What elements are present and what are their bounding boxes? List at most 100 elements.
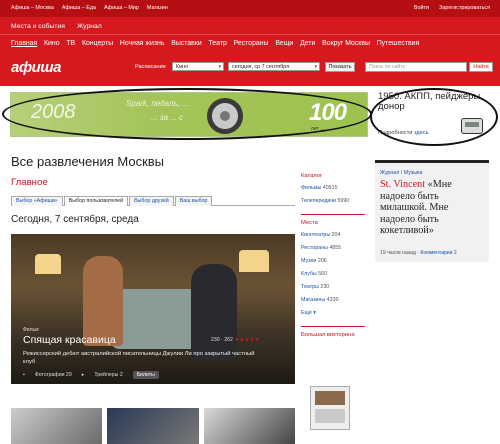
catalog-row-tv[interactable]: Телепередачи 5990 <box>301 195 367 208</box>
feature-rating: 230 · 262 ★★★★★ <box>211 337 260 343</box>
catalog-label: Фильмы <box>301 185 322 191</box>
section-title: Главное <box>11 177 48 188</box>
tab-your-choice[interactable]: Ваш выбор <box>174 196 213 206</box>
nav-travel[interactable]: Путешествия <box>377 40 420 47</box>
rating-stars-icon: ★★★★★ <box>234 337 261 343</box>
feature-kicker: Фильм <box>23 327 39 333</box>
places-heading[interactable]: Места <box>301 220 367 226</box>
featured-film-card[interactable]: Фильм Спящая красавица 230 · 262 ★★★★★ Р… <box>11 234 295 384</box>
date-select[interactable]: сегодня, ср 7 сентября ▾ <box>228 62 320 71</box>
nav-kids[interactable]: Дети <box>300 40 315 47</box>
network-links: Афиша – Москва Афиша – Еда Афиша – Мир М… <box>11 5 168 11</box>
card-headline[interactable]: St. Vincent «Мне надоело быть милашкой. … <box>380 179 484 237</box>
auth-links: Войти Зарегистрироваться <box>414 5 490 11</box>
search-button[interactable]: Найти <box>469 62 493 72</box>
network-link-moscow[interactable]: Афиша – Москва <box>11 5 54 11</box>
catalog-heading[interactable]: Каталог <box>301 173 367 179</box>
network-link-world[interactable]: Афиша – Мир <box>104 5 139 11</box>
network-link-food[interactable]: Афиша – Еда <box>62 5 96 11</box>
places-label: Кинотеатры <box>301 232 331 238</box>
places-count: 204 <box>331 232 341 238</box>
tab-afisha-choice[interactable]: Выбор «Афиши» <box>11 196 63 206</box>
thumbnail-3[interactable] <box>203 408 295 444</box>
divider <box>301 326 365 327</box>
scene-person-woman <box>83 256 123 346</box>
annotation-oval-banner <box>2 88 372 140</box>
card-time: 19 часов назад <box>380 250 416 256</box>
places-row-shops[interactable]: Магазины 4330 <box>301 294 367 307</box>
catalog-row-films[interactable]: Фильмы 40915 <box>301 182 367 195</box>
tab-users-choice[interactable]: Выбор пользователей <box>63 196 129 206</box>
chevron-down-icon: ▾ <box>314 64 317 70</box>
places-row-clubs[interactable]: Клубы 560 <box>301 268 367 281</box>
catalog-label: Телепередачи <box>301 198 336 204</box>
scene-lamp-right <box>239 250 269 272</box>
camera-icon: ▪ <box>23 372 25 378</box>
tickets-button[interactable]: Билеты <box>132 371 159 379</box>
nav-cinema[interactable]: Кино <box>44 40 60 47</box>
nav-around-moscow[interactable]: Вокруг Москвы <box>322 40 370 47</box>
top-utility-bar: Афиша – Москва Афиша – Еда Афиша – Мир М… <box>0 0 500 17</box>
places-row-cinemas[interactable]: Кинотеатры 204 <box>301 229 367 242</box>
category-select[interactable]: Кино ▾ <box>172 62 224 71</box>
login-link[interactable]: Войти <box>414 5 429 11</box>
annotation-oval-side-ad <box>370 88 498 146</box>
film-icon: ▸ <box>81 372 85 378</box>
trailers-link[interactable]: Трейлеры 2 <box>94 372 122 378</box>
nav-concerts[interactable]: Концерты <box>82 40 113 47</box>
places-count: 230 <box>320 284 330 290</box>
rating-count: 230 · 262 <box>211 337 233 343</box>
thumbnail-2[interactable] <box>107 408 199 444</box>
places-label: Рестораны <box>301 245 328 251</box>
thumbnail-1[interactable] <box>11 408 103 444</box>
places-count: 206 <box>317 258 327 264</box>
catalog-column: Каталог Фильмы 40915 Телепередачи 5990 М… <box>301 173 367 341</box>
card-top-rule <box>375 160 489 163</box>
nav-restaurants[interactable]: Рестораны <box>234 40 269 47</box>
places-label: Музеи <box>301 258 317 264</box>
nav-home[interactable]: Главная <box>11 40 37 47</box>
main-nav: Главная Кино ТВ Концерты Ночная жизнь Вы… <box>0 34 500 52</box>
network-link-shop[interactable]: Магазин <box>147 5 168 11</box>
choice-tabs: Выбор «Афиши» Выбор пользователей Выбор … <box>11 196 295 206</box>
nav-tv[interactable]: ТВ <box>66 40 75 47</box>
logo-search-bar: афиша Расписание Кино ▾ сегодня, ср 7 се… <box>0 52 500 86</box>
catalog-count: 5990 <box>337 198 350 204</box>
page-title: Все развлечения Москвы <box>11 154 165 169</box>
places-more-link[interactable]: Ещё ▾ <box>301 307 367 320</box>
scene-lamp-left <box>35 254 61 274</box>
places-row-museums[interactable]: Музеи 206 <box>301 255 367 268</box>
card-kicker[interactable]: Журнал / Музыка <box>380 170 422 176</box>
tab-places-events[interactable]: Места и события <box>11 23 65 30</box>
site-search-input[interactable]: Поиск по сайту <box>365 62 467 72</box>
afisha-logo[interactable]: афиша <box>11 59 61 76</box>
photos-link[interactable]: Фотографии 29 <box>35 372 72 378</box>
quiz-heading[interactable]: Большая викторина <box>301 332 367 338</box>
places-label: Театры <box>301 284 319 290</box>
feature-title[interactable]: Спящая красавица <box>23 334 116 346</box>
tab-magazine[interactable]: Журнал <box>77 23 102 30</box>
schedule-label: Расписание <box>135 64 166 70</box>
nav-things[interactable]: Вещи <box>275 40 293 47</box>
quiz-image[interactable] <box>310 386 350 430</box>
places-row-restaurants[interactable]: Рестораны 4855 <box>301 242 367 255</box>
nav-nightlife[interactable]: Ночная жизнь <box>120 40 165 47</box>
magazine-card[interactable]: Журнал / Музыка St. Vincent «Мне надоело… <box>375 160 489 262</box>
nav-exhibitions[interactable]: Выставки <box>171 40 201 47</box>
places-row-theatres[interactable]: Театры 230 <box>301 281 367 294</box>
chevron-down-icon: ▾ <box>218 64 221 70</box>
places-label: Магазины <box>301 297 326 303</box>
scene-person-man <box>191 264 237 360</box>
category-value: Кино <box>176 64 189 70</box>
section-tabs: Места и события Журнал <box>0 17 500 34</box>
nav-theatre[interactable]: Театр <box>208 40 226 47</box>
tab-friends-choice[interactable]: Выбор друзей <box>129 196 174 206</box>
show-button[interactable]: Показать <box>325 62 355 72</box>
card-meta: 19 часов назад · Комментарии 2 <box>380 250 457 256</box>
card-comments-link[interactable]: Комментарии 2 <box>420 250 456 256</box>
feature-description: Режиссерский дебют австралийской писател… <box>23 351 255 365</box>
thumbnail-strip <box>11 408 295 444</box>
places-count: 560 <box>318 271 328 277</box>
register-link[interactable]: Зарегистрироваться <box>439 5 490 11</box>
places-count: 4855 <box>329 245 342 251</box>
